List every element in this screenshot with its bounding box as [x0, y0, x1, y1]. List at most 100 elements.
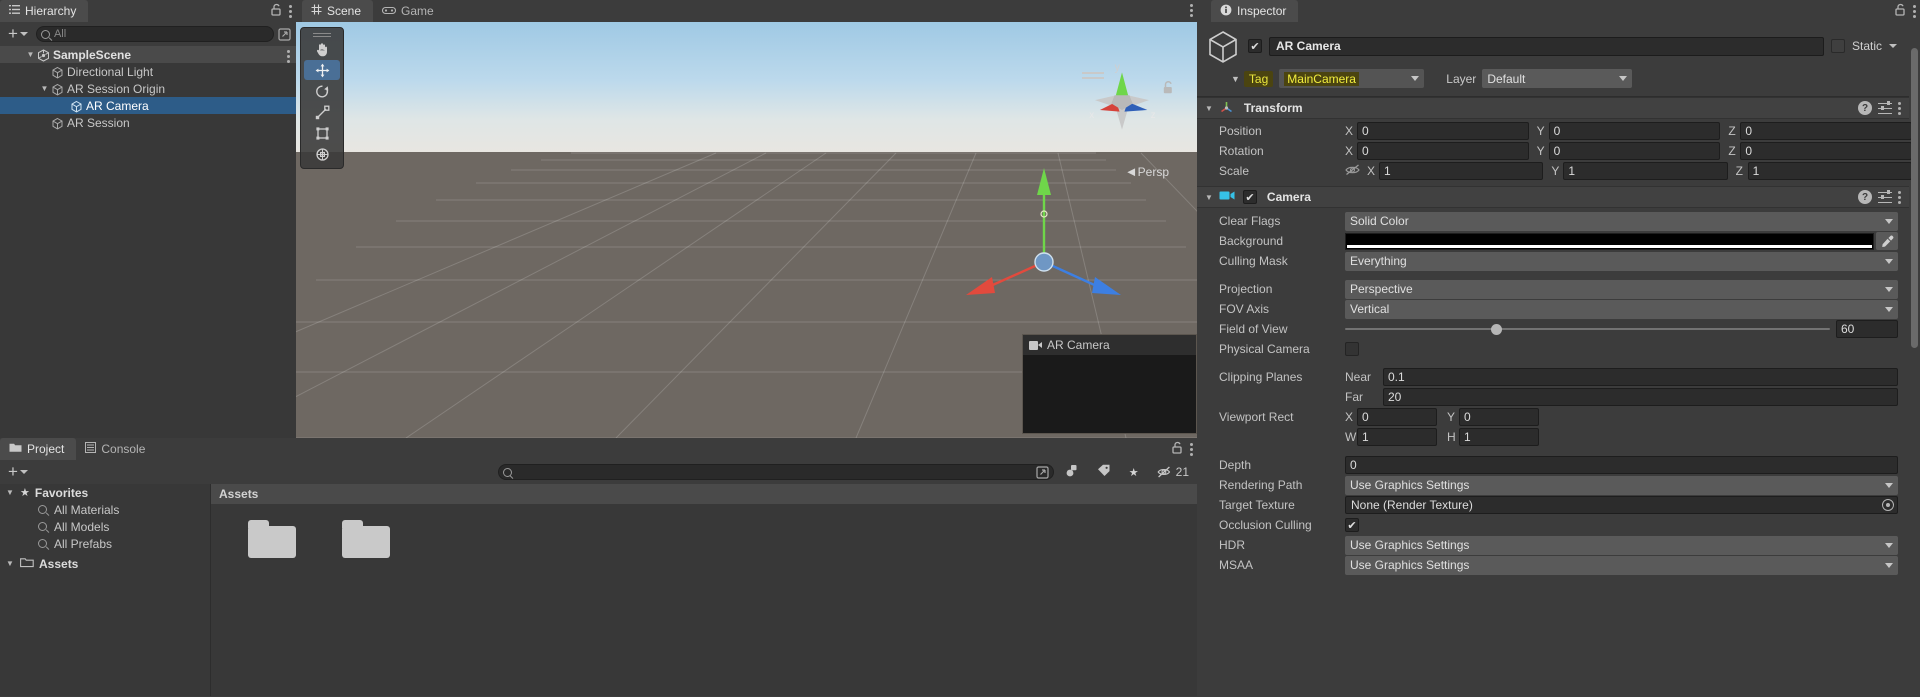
project-lock-icon[interactable] — [1172, 441, 1183, 457]
component-menu-icon[interactable] — [1898, 190, 1901, 205]
overlay-drag-handle[interactable] — [301, 31, 343, 38]
rotate-tool-icon[interactable] — [304, 81, 340, 101]
transform-tool-icon[interactable] — [304, 144, 340, 164]
rotation-y-input[interactable]: 0 — [1548, 142, 1721, 160]
far-input[interactable]: 20 — [1383, 388, 1898, 406]
project-tree-favorites[interactable]: ▼ ★ Favorites — [0, 484, 210, 501]
filter-by-type-icon[interactable] — [1058, 464, 1086, 480]
scene-row-menu-icon[interactable] — [287, 49, 290, 64]
filter-by-label-icon[interactable] — [1090, 464, 1118, 480]
inspector-menu-icon[interactable] — [1913, 4, 1916, 19]
tab-console[interactable]: Console — [76, 438, 158, 460]
project-favorite-all-materials[interactable]: All Materials — [0, 501, 210, 518]
expand-arrow-icon[interactable]: ▼ — [6, 559, 20, 568]
rect-tool-icon[interactable] — [304, 123, 340, 143]
scale-y-input[interactable]: 1 — [1563, 162, 1728, 180]
tab-hierarchy[interactable]: Hierarchy — [0, 0, 89, 22]
project-search-expand-icon[interactable] — [1036, 465, 1049, 479]
component-header-camera[interactable]: ▼ ✔ Camera ? — [1197, 186, 1909, 208]
culling-mask-dropdown[interactable]: Everything — [1345, 251, 1898, 271]
asset-folder-tile[interactable] — [237, 520, 307, 558]
position-z-input[interactable]: 0 — [1740, 122, 1913, 140]
expand-arrow-icon[interactable]: ▼ — [38, 84, 51, 93]
move-tool-icon[interactable] — [304, 60, 340, 80]
slider-knob[interactable] — [1490, 323, 1502, 335]
tab-project[interactable]: Project — [0, 438, 77, 460]
camera-enabled-checkbox[interactable]: ✔ — [1242, 190, 1257, 204]
tab-scene[interactable]: Scene — [302, 0, 374, 22]
hierarchy-search-options-icon[interactable] — [278, 27, 292, 41]
filter-favorites-icon[interactable]: ★ — [1122, 466, 1146, 479]
msaa-dropdown[interactable]: Use Graphics Settings — [1345, 555, 1898, 575]
fov-axis-dropdown[interactable]: Vertical — [1345, 299, 1898, 319]
asset-folder-tile[interactable] — [331, 520, 401, 558]
preset-icon[interactable] — [1878, 189, 1892, 204]
depth-input[interactable]: 0 — [1345, 456, 1898, 474]
scrollbar-thumb[interactable] — [1911, 48, 1918, 348]
project-tree-assets[interactable]: ▼ Assets — [0, 555, 210, 572]
occlusion-culling-checkbox[interactable]: ✔ — [1345, 518, 1359, 532]
hierarchy-row-directional-light[interactable]: Directional Light — [0, 63, 296, 80]
hand-tool-icon[interactable] — [304, 39, 340, 59]
clear-flags-dropdown[interactable]: Solid Color — [1345, 211, 1898, 231]
viewport-w-input[interactable]: 1 — [1357, 428, 1437, 446]
hierarchy-search-input[interactable]: All — [35, 26, 274, 42]
rotation-z-input[interactable]: 0 — [1740, 142, 1913, 160]
chevron-down-icon[interactable] — [1889, 44, 1897, 48]
scene-projection-label[interactable]: ◄Persp — [1125, 164, 1169, 179]
field-of-view-slider[interactable] — [1345, 320, 1830, 338]
scene-menu-icon[interactable] — [1190, 3, 1193, 18]
hidden-assets-indicator[interactable]: 21 — [1150, 465, 1193, 479]
hierarchy-row-ar-session[interactable]: AR Session — [0, 114, 296, 131]
position-x-input[interactable]: 0 — [1357, 122, 1529, 140]
tab-inspector[interactable]: Inspector — [1211, 0, 1299, 22]
gameobject-enabled-checkbox[interactable]: ✔ — [1248, 39, 1262, 53]
project-search-input[interactable] — [497, 464, 1054, 480]
tag-dropdown[interactable]: MainCamera — [1279, 69, 1425, 88]
background-color-swatch[interactable] — [1345, 232, 1874, 250]
layer-dropdown[interactable]: Default — [1482, 69, 1633, 88]
project-favorite-all-models[interactable]: All Models — [0, 518, 210, 535]
expand-arrow-icon[interactable]: ▼ — [6, 488, 20, 497]
object-picker-icon[interactable] — [1882, 499, 1894, 511]
prefab-dropdown-icon[interactable]: ▼ — [1231, 74, 1240, 84]
scene-viewport[interactable]: y x z ◄Persp AR Camera — [296, 22, 1197, 438]
physical-camera-checkbox[interactable] — [1345, 342, 1359, 356]
project-favorite-all-prefabs[interactable]: All Prefabs — [0, 535, 210, 552]
eyedropper-icon[interactable] — [1876, 232, 1898, 250]
preset-icon[interactable] — [1878, 100, 1892, 115]
hierarchy-row-ar-camera[interactable]: AR Camera — [0, 97, 296, 114]
rendering-path-dropdown[interactable]: Use Graphics Settings — [1345, 475, 1898, 495]
viewport-h-input[interactable]: 1 — [1459, 428, 1539, 446]
hierarchy-menu-icon[interactable] — [289, 4, 292, 19]
component-menu-icon[interactable] — [1898, 101, 1901, 116]
project-create-button[interactable]: + — [4, 463, 32, 480]
hierarchy-add-button[interactable]: + — [4, 25, 32, 42]
viewport-y-input[interactable]: 0 — [1459, 408, 1539, 426]
collapse-arrow-icon[interactable]: ▼ — [1205, 104, 1213, 113]
projection-dropdown[interactable]: Perspective — [1345, 279, 1898, 299]
inspector-scrollbar[interactable] — [1910, 48, 1919, 697]
project-menu-icon[interactable] — [1190, 442, 1193, 457]
gameobject-name-input[interactable]: AR Camera — [1269, 36, 1824, 56]
expand-arrow-icon[interactable]: ▼ — [24, 50, 37, 59]
rotation-x-input[interactable]: 0 — [1357, 142, 1529, 160]
tab-game[interactable]: Game — [373, 0, 446, 22]
scale-z-input[interactable]: 1 — [1747, 162, 1912, 180]
position-y-input[interactable]: 0 — [1548, 122, 1721, 140]
scene-orientation-gizmo[interactable]: y x z — [1077, 56, 1167, 146]
help-icon[interactable]: ? — [1858, 101, 1872, 115]
component-header-transform[interactable]: ▼ Transform ? — [1197, 97, 1909, 119]
lock-icon[interactable] — [271, 3, 282, 19]
hdr-dropdown[interactable]: Use Graphics Settings — [1345, 535, 1898, 555]
scale-x-input[interactable]: 1 — [1379, 162, 1544, 180]
constrain-proportions-off-icon[interactable] — [1345, 163, 1361, 179]
scale-tool-icon[interactable] — [304, 102, 340, 122]
viewport-x-input[interactable]: 0 — [1357, 408, 1437, 426]
hierarchy-row-ar-session-origin[interactable]: ▼ AR Session Origin — [0, 80, 296, 97]
help-icon[interactable]: ? — [1858, 190, 1872, 204]
inspector-lock-icon[interactable] — [1895, 3, 1906, 19]
target-texture-object-field[interactable]: None (Render Texture) — [1345, 496, 1898, 514]
near-input[interactable]: 0.1 — [1383, 368, 1898, 386]
hierarchy-row-samplescene[interactable]: ▼ SampleScene — [0, 46, 296, 63]
